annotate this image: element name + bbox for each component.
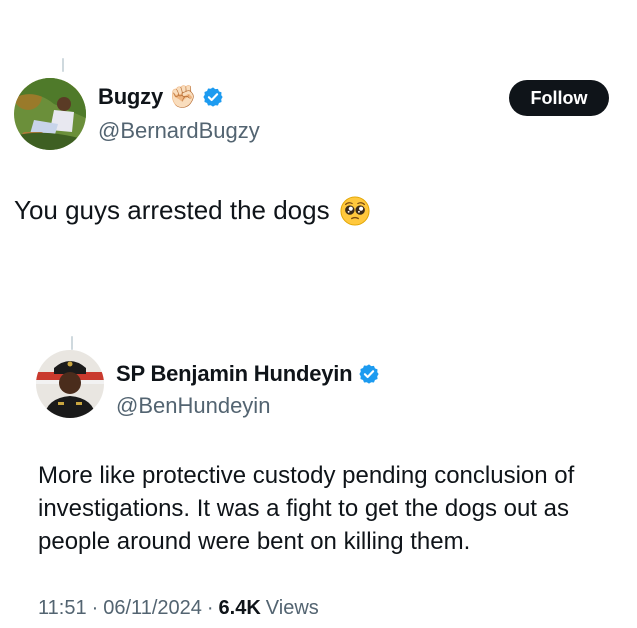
author-name-row: Bugzy ✊🏻 [98, 84, 224, 110]
author-handle[interactable]: @BernardBugzy [98, 118, 260, 144]
quoted-author-name-row: SP Benjamin Hundeyin [116, 361, 380, 387]
tweet-body: You guys arrested the dogs [14, 195, 330, 225]
verified-badge-icon [203, 87, 224, 107]
views-count[interactable]: 6.4K [219, 597, 261, 620]
avatar-photo-icon [14, 78, 86, 150]
tweet-text: You guys arrested the dogs [14, 195, 370, 226]
quote-connector-line [71, 336, 73, 350]
quoted-author-display-name[interactable]: SP Benjamin Hundeyin [116, 361, 353, 387]
thread-connector-line [62, 58, 64, 72]
tweet-meta: 11:51 · 06/11/2024 · 6.4K Views [38, 597, 319, 620]
meta-separator: · [206, 597, 214, 619]
raised-fist-emoji-icon: ✊🏻 [169, 84, 197, 109]
meta-separator: · [91, 597, 99, 619]
quoted-avatar[interactable] [36, 350, 104, 418]
author-display-name[interactable]: Bugzy [98, 84, 163, 110]
avatar-photo-icon [36, 350, 104, 418]
avatar[interactable] [14, 78, 86, 150]
tweet-date[interactable]: 06/11/2024 [103, 597, 202, 620]
quoted-author-handle[interactable]: @BenHundeyin [116, 393, 270, 419]
follow-button[interactable]: Follow [509, 80, 609, 116]
pleading-face-emoji-icon [340, 195, 370, 226]
views-label: Views [265, 597, 319, 619]
tweet-time[interactable]: 11:51 [38, 597, 87, 620]
quoted-tweet-text: More like protective custody pending con… [38, 462, 575, 555]
verified-badge-icon [359, 364, 380, 384]
